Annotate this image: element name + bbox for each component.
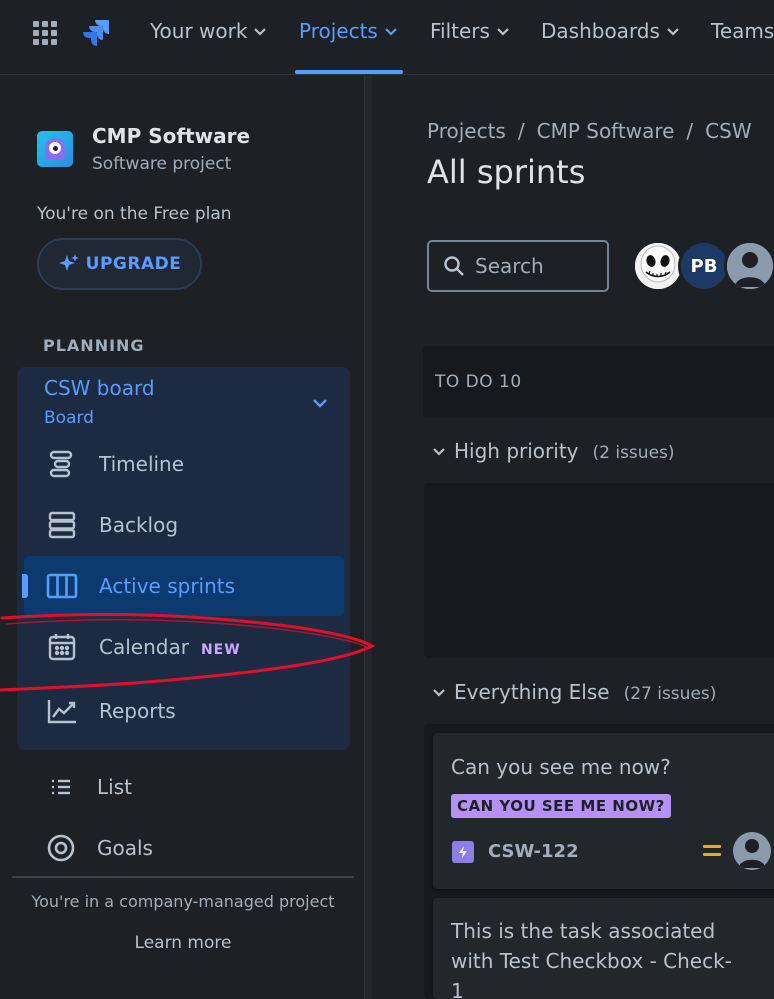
sidebar-item-label: Reports xyxy=(99,699,176,723)
sidebar-item-label: Backlog xyxy=(99,513,179,537)
avatar-pb[interactable]: PB xyxy=(678,240,730,292)
page-title: All sprints xyxy=(427,153,586,191)
sidebar-item-label: Calendar xyxy=(99,635,189,659)
board-columns-icon xyxy=(46,570,78,602)
nav-your-work[interactable]: Your work xyxy=(150,19,267,43)
nav-your-work-label: Your work xyxy=(150,19,248,43)
search-field[interactable] xyxy=(427,240,609,292)
sidebar-item-label-group: Calendar NEW xyxy=(99,635,241,659)
breadcrumb-separator: / xyxy=(517,119,525,143)
app-switcher-icon[interactable] xyxy=(33,21,57,45)
epic-badge: CAN YOU SEE ME NOW? xyxy=(451,794,671,818)
nav-dashboards[interactable]: Dashboards xyxy=(541,19,680,43)
upgrade-button[interactable]: UPGRADE xyxy=(37,238,202,290)
avatar-initials: PB xyxy=(690,255,718,277)
nav-projects-label: Projects xyxy=(299,19,378,43)
swimlane-count: (27 issues) xyxy=(623,684,717,704)
sidebar-item-label: Timeline xyxy=(99,452,185,476)
nav-teams-label: Teams xyxy=(711,19,774,43)
issue-key[interactable]: CSW-122 xyxy=(488,841,579,862)
sparkle-icon xyxy=(58,254,79,271)
sidebar-item-label: Active sprints xyxy=(99,574,236,598)
jira-logo-icon[interactable] xyxy=(81,18,111,48)
swimlane-high-priority[interactable]: High priority (2 issues) xyxy=(432,439,675,463)
breadcrumb-separator: / xyxy=(686,119,694,143)
sidebar-item-active-sprints[interactable]: Active sprints xyxy=(46,570,235,602)
sidebar-item-label: Goals xyxy=(97,836,153,860)
nav-dashboards-label: Dashboards xyxy=(541,19,660,43)
active-item-marker xyxy=(22,574,28,598)
sidebar-item-list[interactable]: List xyxy=(45,771,132,803)
breadcrumb-projects[interactable]: Projects xyxy=(427,119,506,143)
chevron-down-icon xyxy=(497,28,509,36)
nav-projects[interactable]: Projects xyxy=(299,19,398,43)
free-plan-note: You're on the Free plan xyxy=(37,204,232,224)
company-managed-note: You're in a company-managed project xyxy=(31,892,335,911)
chevron-down-icon xyxy=(254,28,267,36)
list-icon xyxy=(45,771,77,803)
chevron-down-icon xyxy=(433,689,445,697)
breadcrumb-board[interactable]: CSW xyxy=(705,119,751,143)
nav-filters-label: Filters xyxy=(430,19,490,43)
chevron-down-icon xyxy=(385,28,397,36)
project-type: Software project xyxy=(92,154,232,174)
planning-section-label: PLANNING xyxy=(43,336,145,355)
sidebar-resize-handle[interactable] xyxy=(364,76,372,999)
search-icon xyxy=(444,256,464,276)
assignee-avatar[interactable] xyxy=(733,832,771,870)
sidebar-item-label: List xyxy=(97,775,132,799)
swimlane-everything-else[interactable]: Everything Else (27 issues) xyxy=(432,680,716,704)
project-avatar xyxy=(37,131,73,167)
sidebar-item-backlog[interactable]: Backlog xyxy=(46,509,178,541)
chevron-down-icon xyxy=(433,448,445,456)
reports-chart-icon xyxy=(46,695,78,727)
column-header-label: TO DO 10 xyxy=(435,372,522,392)
issue-card-title: Can you see me now? xyxy=(451,755,671,779)
issue-card-title: This is the task associated with Test Ch… xyxy=(451,919,732,999)
timeline-icon xyxy=(46,448,78,480)
board-title[interactable]: CSW board xyxy=(44,376,155,400)
priority-medium-icon xyxy=(703,845,721,861)
nav-filters[interactable]: Filters xyxy=(430,19,510,43)
breadcrumb-project[interactable]: CMP Software xyxy=(537,119,675,143)
lightning-story-icon xyxy=(452,841,474,863)
chevron-down-icon xyxy=(667,28,679,36)
swimlane-count: (2 issues) xyxy=(592,443,675,463)
nav-active-underline xyxy=(295,70,403,74)
search-input[interactable] xyxy=(475,254,595,278)
backlog-icon xyxy=(46,509,78,541)
sidebar-item-timeline[interactable]: Timeline xyxy=(46,448,184,480)
swimlane-high-priority-drop-area xyxy=(424,483,774,658)
breadcrumb: Projects / CMP Software / CSW xyxy=(427,119,752,143)
avatar-default-user[interactable] xyxy=(724,240,774,292)
board-subtitle: Board xyxy=(44,408,94,428)
swimlane-title: Everything Else xyxy=(454,680,610,704)
sidebar-item-reports[interactable]: Reports xyxy=(46,695,176,727)
project-name: CMP Software xyxy=(92,124,251,148)
sidebar-item-calendar[interactable]: Calendar NEW xyxy=(46,631,240,663)
sidebar-divider xyxy=(12,876,354,878)
nav-teams[interactable]: Teams xyxy=(711,19,774,43)
sidebar-item-goals[interactable]: Goals xyxy=(45,832,153,864)
chevron-down-icon[interactable] xyxy=(311,396,329,410)
upgrade-label: UPGRADE xyxy=(85,254,182,274)
calendar-icon xyxy=(46,631,78,663)
top-navigation: Your work Projects Filters Dashboards Te… xyxy=(0,0,774,75)
avatar-jack-skellington[interactable] xyxy=(632,240,684,292)
swimlane-title: High priority xyxy=(454,439,579,463)
new-badge: NEW xyxy=(200,642,241,658)
learn-more-link[interactable]: Learn more xyxy=(0,933,366,953)
goals-target-icon xyxy=(45,832,77,864)
